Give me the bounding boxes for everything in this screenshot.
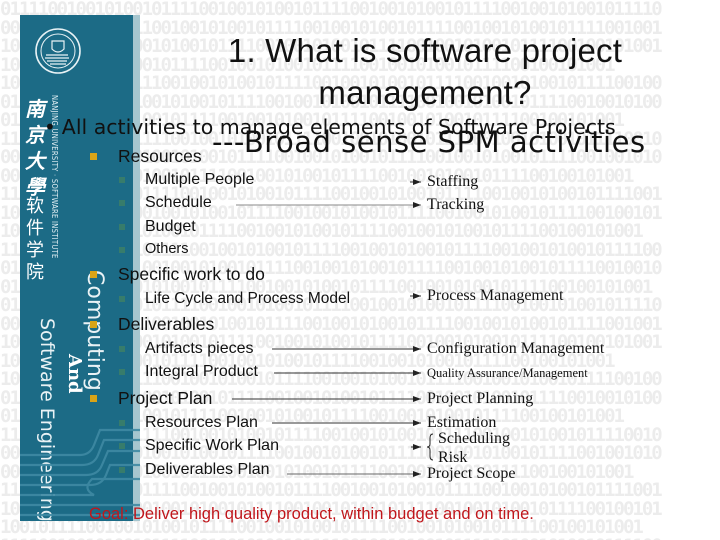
small-square-bullet-icon [119,443,125,449]
small-square-bullet-icon [119,200,125,206]
small-square-bullet-icon [119,247,125,253]
list-item-label: Resources [118,146,202,166]
sub-item-label: Deliverables Plan [145,461,270,478]
list-item-label: Deliverables [118,314,215,334]
small-square-bullet-icon [119,296,125,302]
sub-item-label: Others [145,241,189,257]
university-name-chinese: 南京大學 [25,97,45,199]
small-square-bullet-icon [119,369,125,375]
sub-item-label: Schedule [145,194,212,211]
list-item-label: Project Plan [118,388,213,408]
square-bullet-icon [90,271,97,278]
activity-staffing: Staffing [427,173,479,190]
university-seal-icon [35,28,81,74]
activity-tracking: Tracking [427,196,485,213]
sub-item-label: Integral Product [145,363,258,380]
square-bullet-icon [90,153,97,160]
small-square-bullet-icon [119,420,125,426]
sub-item-label: Life Cycle and Process Model [145,290,351,307]
sub-item-label: Specific Work Plan [145,437,279,454]
sub-item-label: Resources Plan [145,414,258,431]
sub-item-label: Artifacts pieces [145,340,254,357]
small-square-bullet-icon [119,467,125,473]
slide-subtitle: ---Broad sense SPM activities [212,125,646,159]
list-item-label: Specific work to do [118,264,265,284]
bullet-dot-icon: • [44,115,56,139]
small-square-bullet-icon [119,346,125,352]
sidebar-and-text: And [64,354,85,394]
slide-title-line-2: management? [318,74,532,111]
slide-title-line-1: 1. What is software project [227,32,623,69]
goal-statement: Goal: Deliver high quality product, with… [89,505,534,523]
slide-title: 1. What is software project management? [140,30,710,114]
small-square-bullet-icon [119,177,125,183]
activity-quality-assurance: Quality Assurance/Management [427,366,588,380]
square-bullet-icon [90,321,97,328]
square-bullet-icon [90,395,97,402]
activity-project-scope: Project Scope [427,465,516,482]
small-square-bullet-icon [119,224,125,230]
activity-project-planning: Project Planning [427,390,534,407]
sub-item-label: Budget [145,218,196,235]
activity-process-management: Process Management [427,287,564,304]
activity-scheduling: Scheduling [438,430,510,447]
school-name-chinese: 软件学院 [26,196,44,283]
sub-item-label: Multiple People [145,171,255,188]
activity-configuration-management: Configuration Management [427,340,605,357]
